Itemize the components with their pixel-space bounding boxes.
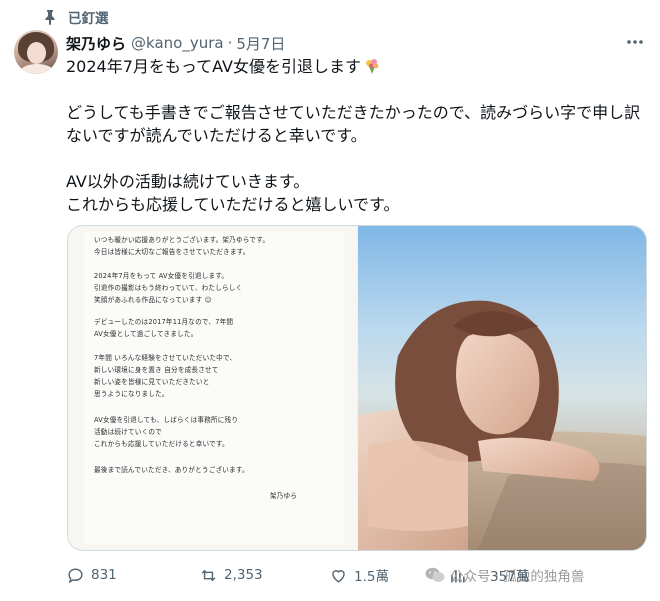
letter-line: 引退作の撮影はもう終わっていて、わたしらしく — [94, 284, 243, 292]
letter-line: 7年間 いろんな経験をさせていただいた中で、 — [94, 354, 237, 362]
like-count: 1.5萬 — [354, 569, 389, 585]
heart-icon — [332, 569, 345, 583]
more-options-icon[interactable] — [624, 33, 646, 51]
tweet-paragraph-1: 2024年7月をもってAV女優を引退します — [66, 55, 646, 78]
watermark: 公众号 · 孤独的独角兽 357萬 — [424, 562, 584, 588]
pin-icon — [45, 10, 55, 25]
letter-line: AV女優を引退しても、しばらくは事務所に残り — [94, 416, 239, 424]
reply-count: 831 — [91, 567, 117, 583]
letter-line: AV女優として過ごしてきました。 — [94, 330, 198, 338]
portrait-illustration — [358, 300, 646, 550]
wechat-icon — [425, 567, 445, 582]
author-name[interactable]: 架乃ゆら — [66, 33, 126, 54]
letter-line: 活動は続けていくので — [94, 428, 162, 436]
bouquet-icon — [365, 59, 379, 74]
repost-count: 2,353 — [224, 567, 263, 583]
letter-line: 笑顔があふれる作品になっています ☺ — [94, 296, 212, 304]
pinned-indicator: 已釘選 — [44, 6, 109, 28]
tweet-header: 架乃ゆら @kano_yura · 5月7日 — [66, 32, 285, 54]
separator-dot: · — [227, 34, 233, 52]
avatar[interactable] — [14, 30, 58, 74]
like-button[interactable]: 1.5萬 — [329, 562, 389, 588]
tweet-date[interactable]: 5月7日 — [236, 33, 285, 54]
tweet-text: 2024年7月をもってAV女優を引退します どうしても手書きでご報告させていただ… — [66, 55, 646, 216]
repost-button[interactable]: 2,353 — [199, 562, 263, 588]
letter-line: 新しい姿を皆様に見ていただきたいと — [94, 378, 210, 386]
tweet-paragraph-2: どうしても手書きでご報告させていただきたかったので、読みづらい字で申し訳ないです… — [66, 103, 641, 145]
handwritten-letter-image[interactable]: いつも暖かい応援ありがとうございます。架乃ゆらです。 今日は皆様に大切なご報告をさ… — [68, 226, 357, 550]
letter-line: これからも応援していただけると幸いです。 — [94, 440, 229, 448]
letter-line: いつも暖かい応援ありがとうございます。架乃ゆらです。 — [94, 236, 270, 244]
letter-line: デビューしたのは2017年11月なので、7年間 — [94, 318, 234, 326]
letter-line: 思うようになりました。 — [94, 390, 169, 398]
reply-icon — [68, 567, 83, 583]
letter-line: 2024年7月をもって AV女優を引退します。 — [94, 272, 229, 280]
pinned-label: 已釘選 — [68, 11, 109, 27]
letter-line: 最後まで読んでいただき、ありがとうございます。 — [94, 466, 249, 474]
letter-line: 今日は皆様に大切なご報告をさせていただきます。 — [94, 248, 250, 256]
views-count: 357萬 — [490, 569, 530, 585]
letter-line: 新しい環境に身を置き 自分を成長させて — [94, 366, 219, 374]
media-grid: いつも暖かい応援ありがとうございます。架乃ゆらです。 今日は皆様に大切なご報告をさ… — [67, 225, 647, 551]
author-handle[interactable]: @kano_yura — [131, 34, 224, 52]
tweet-paragraph-3: AV以外の活動は続けていきます。 これからも応援していただけると嬉しいです。 — [66, 172, 400, 214]
letter-line: 架乃ゆら — [270, 492, 298, 500]
repost-icon — [201, 569, 216, 581]
portrait-photo[interactable] — [358, 226, 646, 550]
reply-button[interactable]: 831 — [66, 562, 117, 588]
